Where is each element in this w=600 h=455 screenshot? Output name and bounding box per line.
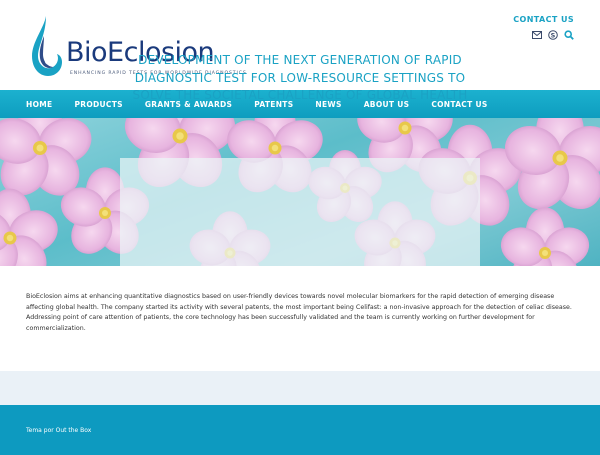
email-icon[interactable] bbox=[532, 30, 542, 40]
svg-text:S: S bbox=[551, 31, 556, 39]
skype-icon[interactable]: S bbox=[548, 30, 558, 40]
header-icon-bar: S bbox=[532, 30, 574, 40]
hero-banner bbox=[0, 118, 600, 266]
search-icon[interactable] bbox=[564, 30, 574, 40]
footer-widget-area bbox=[0, 371, 600, 405]
droplet-logo-icon bbox=[32, 16, 62, 76]
hero-caption-box bbox=[120, 158, 480, 266]
theme-credit-link[interactable]: Tema por Out the Box bbox=[26, 427, 91, 434]
site-footer: Tema por Out the Box bbox=[0, 405, 600, 455]
hero-title: DEVELOPMENT OF THE NEXT GENERATION OF RA… bbox=[132, 53, 468, 102]
intro-paragraph: BioEclosion aims at enhancing quantitati… bbox=[26, 293, 572, 332]
nav-item-home[interactable]: HOME bbox=[26, 100, 52, 109]
header-contact-link[interactable]: CONTACT US bbox=[513, 15, 574, 24]
nav-item-products[interactable]: PRODUCTS bbox=[74, 100, 122, 109]
